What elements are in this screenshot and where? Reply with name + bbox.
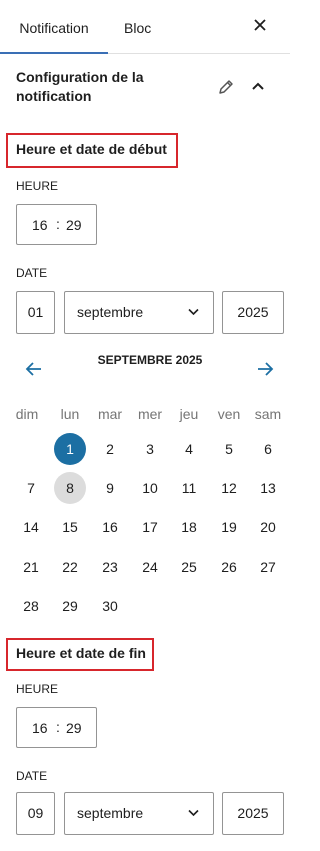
- calendar-day[interactable]: 21: [15, 551, 47, 583]
- start-section-title: Heure et date de début: [16, 141, 167, 157]
- end-date-label: DATE: [16, 769, 48, 783]
- calendar-day[interactable]: 12: [213, 472, 245, 504]
- calendar-day[interactable]: 18: [173, 511, 205, 543]
- end-section-title: Heure et date de fin: [16, 645, 146, 661]
- arrow-left-icon[interactable]: [24, 359, 44, 379]
- weekday-fri: ven: [217, 406, 241, 422]
- calendar-day[interactable]: 17: [134, 511, 166, 543]
- chevron-down-icon: [188, 308, 199, 316]
- calendar-day[interactable]: 30: [94, 590, 126, 622]
- calendar-day[interactable]: 15: [54, 511, 86, 543]
- end-month-value: septembre: [77, 805, 144, 821]
- calendar-day[interactable]: 22: [54, 551, 86, 583]
- calendar-day[interactable]: 11: [173, 472, 205, 504]
- close-icon[interactable]: [250, 15, 270, 35]
- tab-notification[interactable]: Notification: [0, 0, 108, 54]
- calendar-day[interactable]: 2: [94, 433, 126, 465]
- calendar-day[interactable]: 3: [134, 433, 166, 465]
- start-hour-input[interactable]: 16: [32, 217, 48, 233]
- weekday-sat: sam: [254, 406, 282, 422]
- calendar-month-title: SEPTEMBRE 2025: [97, 353, 203, 367]
- start-minute-input[interactable]: 29: [66, 217, 82, 233]
- calendar-day[interactable]: 13: [252, 472, 284, 504]
- start-time-field: 16 : 29: [16, 204, 97, 245]
- start-year-input[interactable]: 2025: [222, 291, 284, 334]
- end-month-select[interactable]: septembre: [64, 792, 214, 835]
- panel-title: Configuration de la notification: [16, 69, 144, 104]
- calendar-day[interactable]: 24: [134, 551, 166, 583]
- calendar-day[interactable]: 6: [252, 433, 284, 465]
- pencil-icon[interactable]: [216, 77, 236, 97]
- end-time-label: HEURE: [16, 682, 59, 696]
- sidebar-tabs: Notification Bloc: [0, 0, 290, 54]
- calendar-day[interactable]: 9: [94, 472, 126, 504]
- calendar-day[interactable]: 4: [173, 433, 205, 465]
- weekday-mon: lun: [60, 406, 80, 422]
- calendar-day[interactable]: 25: [173, 551, 205, 583]
- time-separator: :: [56, 719, 60, 735]
- calendar-day[interactable]: 5: [213, 433, 245, 465]
- weekday-thu: jeu: [179, 406, 199, 422]
- start-month-value: septembre: [77, 304, 144, 320]
- chevron-up-icon[interactable]: [250, 79, 266, 95]
- calendar-day[interactable]: 16: [94, 511, 126, 543]
- calendar-day[interactable]: 27: [252, 551, 284, 583]
- chevron-down-icon: [188, 809, 199, 817]
- calendar-day[interactable]: 28: [15, 590, 47, 622]
- end-year-input[interactable]: 2025: [222, 792, 284, 835]
- start-time-label: HEURE: [16, 179, 59, 193]
- start-month-select[interactable]: septembre: [64, 291, 214, 334]
- calendar-day[interactable]: 20: [252, 511, 284, 543]
- arrow-right-icon[interactable]: [255, 359, 275, 379]
- calendar-day[interactable]: 8: [54, 472, 86, 504]
- tab-bloc[interactable]: Bloc: [124, 0, 151, 53]
- end-day-input[interactable]: 09: [16, 792, 55, 835]
- calendar-day[interactable]: 7: [15, 472, 47, 504]
- end-hour-input[interactable]: 16: [32, 720, 48, 736]
- calendar-day[interactable]: 26: [213, 551, 245, 583]
- calendar-day[interactable]: 14: [15, 511, 47, 543]
- start-date-label: DATE: [16, 266, 48, 280]
- end-minute-input[interactable]: 29: [66, 720, 82, 736]
- weekday-wed: mer: [137, 406, 163, 422]
- time-separator: :: [56, 216, 60, 232]
- calendar-day[interactable]: 19: [213, 511, 245, 543]
- start-day-input[interactable]: 01: [16, 291, 55, 334]
- weekday-tue: mar: [97, 406, 123, 422]
- weekday-sun: dim: [15, 406, 39, 422]
- end-time-field: 16 : 29: [16, 707, 97, 748]
- calendar-day[interactable]: 10: [134, 472, 166, 504]
- calendar-day[interactable]: 1: [54, 433, 86, 465]
- calendar-day[interactable]: 23: [94, 551, 126, 583]
- calendar-day[interactable]: 29: [54, 590, 86, 622]
